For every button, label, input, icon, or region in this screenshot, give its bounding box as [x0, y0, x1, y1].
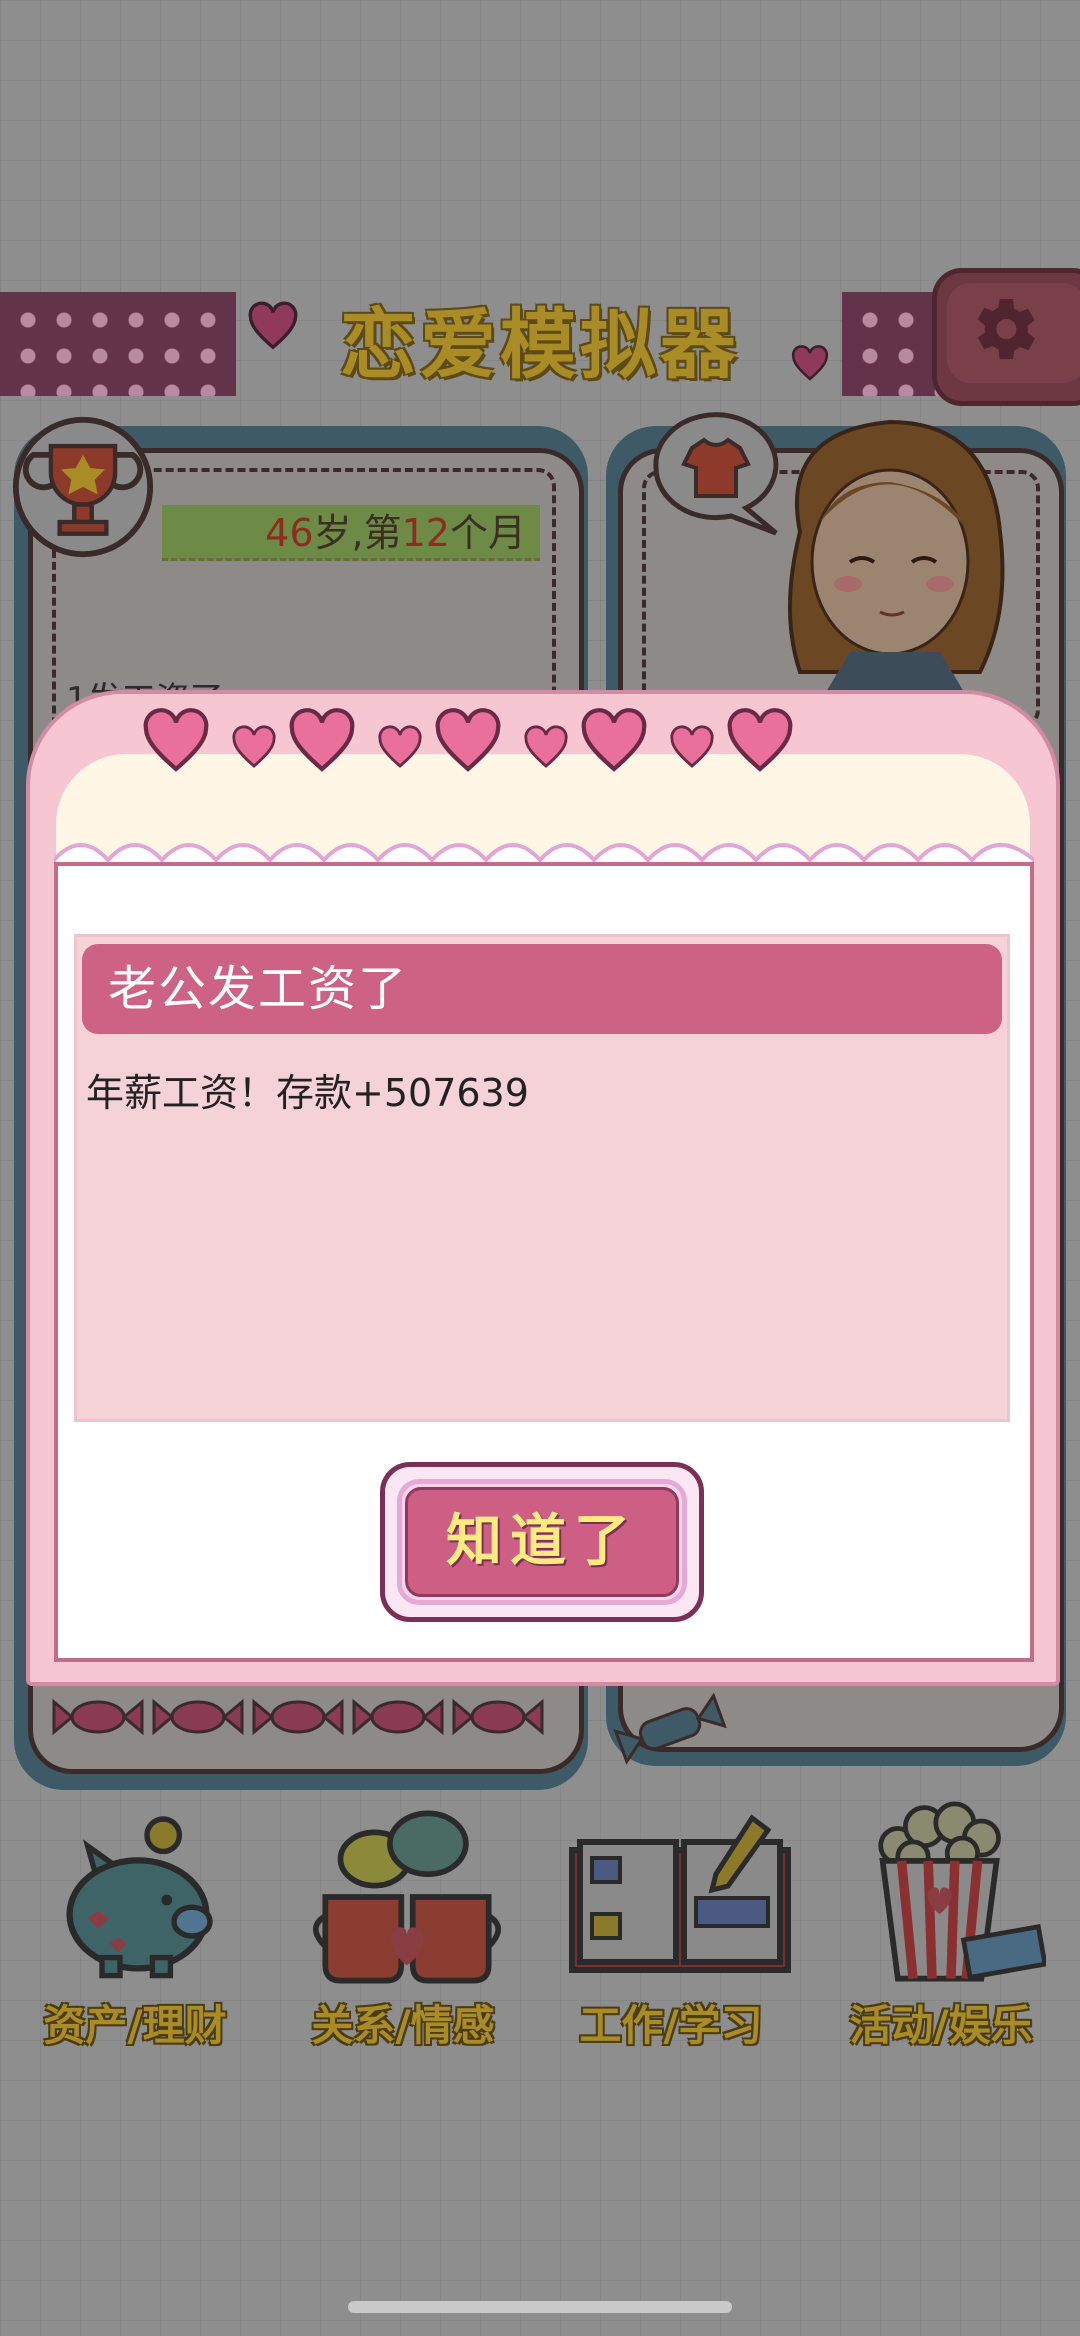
menu-label: 关系/情感	[311, 2001, 495, 2050]
coffee-cups-icon	[312, 1810, 502, 1984]
candy-decoration	[52, 1698, 544, 1736]
heart-icon	[248, 301, 298, 350]
hearts-decoration	[140, 700, 800, 790]
menu-label: 工作/学习	[579, 2001, 763, 2050]
menu-work-study[interactable]: 工作/学习	[556, 1810, 791, 2060]
gear-icon	[977, 299, 1035, 359]
age-unit: 岁,第	[313, 511, 402, 555]
dialog-message: 年薪工资！存款+507639	[86, 1071, 529, 1115]
menu-relationship-emotion[interactable]: 关系/情感	[288, 1810, 518, 2060]
game-title: 恋爱模拟器	[340, 300, 740, 389]
piggy-bank-icon	[66, 1816, 213, 1979]
age-display: 46岁,第12个月	[162, 505, 540, 561]
menu-label: 活动/娱乐	[849, 2001, 1033, 2050]
month-value: 12	[401, 511, 450, 555]
dialog-title: 老公发工资了	[82, 944, 1002, 1034]
month-unit: 个月	[449, 511, 526, 555]
notebook-icon	[569, 1814, 791, 1973]
menu-label: 资产/理财	[43, 2001, 227, 2050]
candy-decoration	[613, 1692, 727, 1765]
confirm-button-label[interactable]: 知道了	[405, 1487, 679, 1597]
popcorn-icon	[878, 1801, 1046, 1982]
menu-assets-finance[interactable]: 资产/理财	[20, 1810, 250, 2060]
confirm-button[interactable]: 知道了	[380, 1462, 704, 1622]
menu-activity-entertainment[interactable]: 活动/娱乐	[826, 1801, 1056, 2060]
home-indicator[interactable]	[348, 2301, 732, 2313]
title-ribbon-left	[0, 292, 236, 396]
age-value: 46	[265, 511, 314, 555]
heart-icon	[791, 345, 829, 381]
settings-button[interactable]	[932, 268, 1080, 406]
trophy-icon	[12, 416, 154, 558]
girlfriend-character	[788, 419, 1005, 702]
